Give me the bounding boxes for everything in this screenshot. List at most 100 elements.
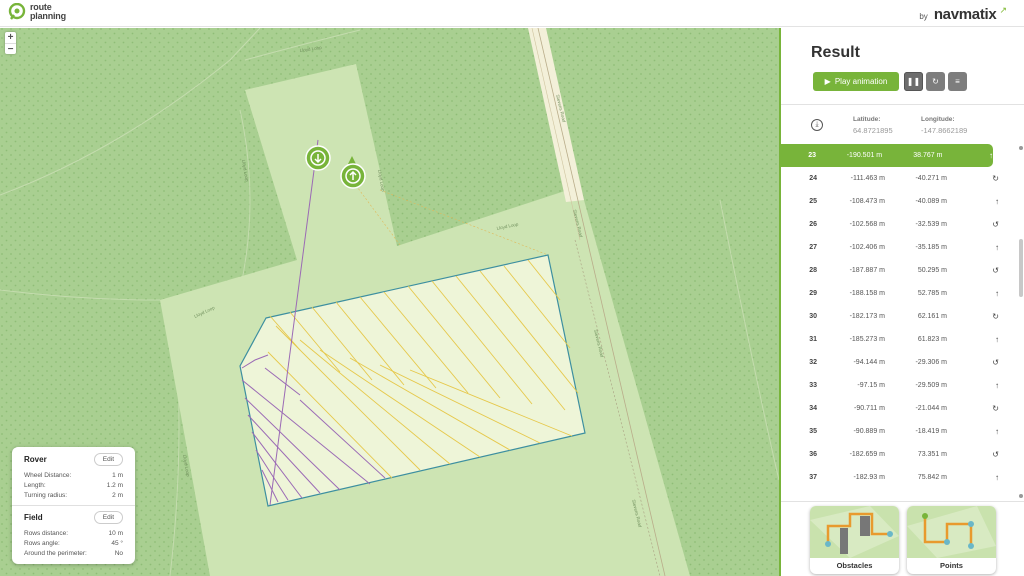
waypoint-y: -32.539 m [915, 221, 947, 228]
rover-edit-button[interactable]: Edit [93, 453, 123, 466]
waypoint-index: 29 [809, 290, 817, 297]
waypoint-x: -94.144 m [853, 359, 885, 366]
waypoint-y: -40.271 m [915, 175, 947, 182]
logo-text: route planning [30, 3, 66, 21]
longitude-value: -147.8662189 [921, 126, 968, 135]
row-value: 2 m [112, 492, 123, 499]
waypoint-action-icon: ↑ [995, 473, 999, 482]
waypoint-y: 50.295 m [917, 267, 947, 274]
waypoint-row[interactable]: 30 -182.173 m 62.161 m ↻ [781, 305, 1013, 328]
refresh-icon: ↻ [932, 77, 939, 86]
waypoint-x: -111.463 m [850, 175, 885, 182]
waypoint-index: 24 [809, 175, 817, 182]
rover-row: Length: 1.2 m [24, 481, 123, 491]
waypoint-index: 25 [809, 198, 817, 205]
refresh-button[interactable]: ↻ [926, 72, 945, 91]
field-edit-button[interactable]: Edit [93, 511, 123, 524]
waypoint-row[interactable]: 28 -187.887 m 50.295 m ↺ [781, 259, 1013, 282]
waypoint-row[interactable]: 33 -97.15 m -29.509 m ↑ [781, 374, 1013, 397]
rover-row: Turning radius: 2 m [24, 491, 123, 501]
row-label: Length: [24, 482, 46, 489]
latitude-label: Latitude: [853, 116, 881, 123]
zoom-in-button[interactable]: + [5, 32, 16, 43]
waypoint-y: 38.767 m [913, 152, 943, 159]
waypoint-row[interactable]: 24 -111.463 m -40.271 m ↻ [781, 167, 1013, 190]
waypoint-index: 27 [809, 244, 817, 251]
waypoint-y: -29.306 m [915, 359, 947, 366]
waypoint-index: 28 [809, 267, 817, 274]
waypoint-row[interactable]: 35 -90.889 m -18.419 m ↑ [781, 420, 1013, 443]
obstacles-card[interactable]: Obstacles [810, 506, 899, 574]
route-planning-logo[interactable]: route planning [8, 3, 66, 21]
row-value: 45 ° [111, 540, 123, 547]
rover-header: Rover Edit [24, 453, 123, 466]
waypoint-x: -187.887 m [849, 267, 885, 274]
waypoint-row[interactable]: 23 -190.501 m 38.767 m ↑ [781, 144, 993, 167]
list-button[interactable]: ≡ [948, 72, 967, 91]
waypoint-action-icon: ↻ [992, 404, 999, 413]
rover-start-marker[interactable] [305, 145, 331, 171]
app-header: route planning by navmatix ↗ [0, 0, 1024, 27]
play-animation-button[interactable]: ▶ Play animation [813, 72, 899, 91]
waypoint-row[interactable]: 31 -185.273 m 61.823 m ↑ [781, 328, 1013, 351]
waypoint-action-icon: ↑ [995, 243, 999, 252]
zoom-out-button[interactable]: − [5, 43, 16, 55]
rover-title: Rover [24, 455, 47, 464]
scroll-thumb[interactable] [1019, 239, 1023, 297]
rover-row: Wheel Distance: 1 m [24, 471, 123, 481]
waypoint-y: 61.823 m [917, 336, 947, 343]
waypoint-list[interactable]: 23 -190.501 m 38.767 m ↑ 24 -111.463 m -40.271… [781, 144, 1013, 502]
zoom-control: + − [5, 32, 16, 55]
waypoint-x: -182.659 m [849, 451, 885, 458]
brand-arrow-icon: ↗ [999, 5, 1007, 15]
pause-button[interactable]: ❚❚ [904, 72, 923, 91]
field-row: Rows angle: 45 ° [24, 539, 123, 549]
points-card[interactable]: Points [907, 506, 996, 574]
waypoint-row[interactable]: 37 -182.93 m 75.842 m ↑ [781, 466, 1013, 489]
pause-icon: ❚❚ [906, 77, 921, 86]
waypoint-action-icon: ↺ [992, 266, 999, 275]
brand-name: navmatix [933, 6, 997, 23]
scroll-down-indicator [1019, 494, 1023, 498]
latitude-block: Latitude: 64.8721895 [853, 116, 893, 135]
waypoint-x: -102.568 m [849, 221, 885, 228]
waypoint-action-icon: ↻ [992, 174, 999, 183]
waypoint-x: -90.711 m [854, 405, 885, 412]
route-logo-icon [8, 3, 26, 20]
waypoint-y: 52.785 m [917, 290, 947, 297]
waypoint-x: -97.15 m [857, 382, 885, 389]
waypoint-x: -182.173 m [849, 313, 885, 320]
waypoint-row[interactable]: 29 -188.158 m 52.785 m ↑ [781, 282, 1013, 305]
waypoint-index: 33 [809, 382, 817, 389]
row-value: 1 m [112, 472, 123, 479]
waypoint-row[interactable]: 36 -182.659 m 73.351 m ↺ [781, 443, 1013, 466]
waypoint-index: 30 [809, 313, 817, 320]
waypoint-row[interactable]: 25 -108.473 m -40.089 m ↑ [781, 190, 1013, 213]
result-panel: Result ▶ Play animation ❚❚ ↻ ≡ ⤓ Latitud… [779, 28, 1024, 576]
list-scrollbar[interactable] [1019, 144, 1023, 502]
field-row: Around the perimeter: No [24, 549, 123, 559]
waypoint-row[interactable]: 26 -102.568 m -32.539 m ↺ [781, 213, 1013, 236]
row-label: Wheel Distance: [24, 472, 72, 479]
row-label: Rows distance: [24, 530, 69, 537]
play-label: Play animation [834, 77, 888, 86]
scroll-up-indicator [1019, 146, 1023, 150]
waypoint-row[interactable]: 34 -90.711 m -21.044 m ↻ [781, 397, 1013, 420]
waypoint-x: -102.406 m [849, 244, 885, 251]
play-icon: ▶ [824, 77, 831, 86]
waypoint-x: -185.273 m [849, 336, 885, 343]
waypoint-index: 26 [809, 221, 817, 228]
waypoint-row[interactable]: 27 -102.406 m -35.185 m ↑ [781, 236, 1013, 259]
waypoint-y: 75.842 m [917, 474, 947, 481]
longitude-block: Longitude: -147.8662189 [921, 116, 967, 135]
points-illustration [907, 506, 996, 558]
waypoint-action-icon: ↻ [992, 312, 999, 321]
field-title: Field [24, 513, 43, 522]
navmatix-brand[interactable]: by navmatix ↗ [919, 5, 1010, 23]
waypoint-row[interactable]: 32 -94.144 m -29.306 m ↺ [781, 351, 1013, 374]
waypoint-action-icon: ↑ [995, 381, 999, 390]
waypoint-action-icon: ↑ [995, 427, 999, 436]
field-header: Field Edit [24, 511, 123, 524]
waypoint-action-icon: ↑ [995, 289, 999, 298]
download-icon[interactable]: ⤓ [811, 119, 823, 131]
